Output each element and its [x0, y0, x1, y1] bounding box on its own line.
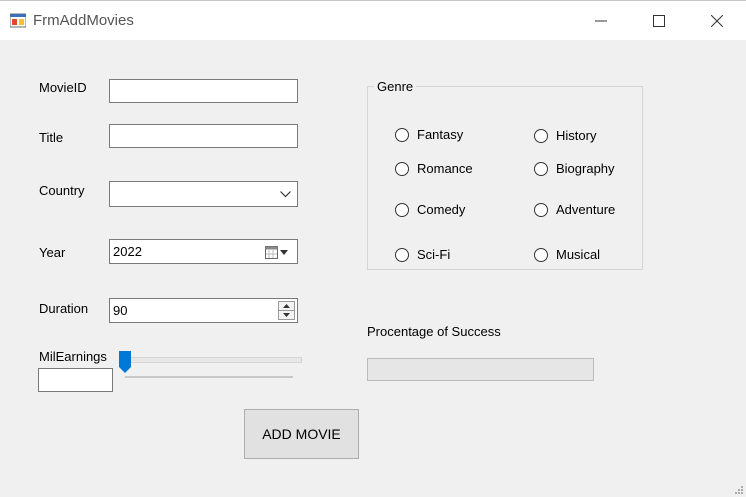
- add-movie-button[interactable]: ADD MOVIE: [244, 409, 359, 459]
- radio-label: Romance: [417, 161, 473, 176]
- radio-adventure[interactable]: Adventure: [534, 202, 615, 217]
- minimize-icon: [595, 20, 607, 22]
- radio-circle: [534, 202, 548, 217]
- radio-label: Musical: [556, 247, 601, 262]
- radio-circle: [395, 247, 409, 262]
- trackbar-thumb[interactable]: [118, 350, 132, 374]
- radio-sci-fi[interactable]: Sci-Fi: [395, 247, 450, 262]
- milearnings-label: MilEarnings: [39, 349, 107, 364]
- radio-musical[interactable]: Musical: [534, 247, 600, 262]
- radio-history[interactable]: History: [534, 128, 596, 143]
- minimize-button[interactable]: [578, 1, 624, 41]
- title-bar: FrmAddMovies: [0, 0, 746, 40]
- genre-group-title: Genre: [374, 79, 417, 94]
- radio-label: Biography: [556, 161, 615, 176]
- duration-value: 90: [113, 303, 128, 318]
- radio-label: Adventure: [556, 202, 616, 217]
- form-icon: [10, 13, 26, 28]
- calendar-icon[interactable]: [265, 246, 291, 259]
- window-title: FrmAddMovies: [33, 12, 134, 29]
- radio-circle: [395, 127, 409, 142]
- success-progressbar: [367, 358, 594, 381]
- radio-circle: [534, 161, 548, 176]
- trackbar-track: [122, 357, 302, 363]
- spinner-arrows-icon[interactable]: [278, 301, 295, 320]
- duration-numeric-updown[interactable]: 90: [109, 298, 298, 323]
- chevron-down-icon: [280, 191, 291, 198]
- radio-fantasy[interactable]: Fantasy: [395, 127, 463, 142]
- maximize-icon: [653, 15, 665, 27]
- movieid-input[interactable]: [109, 79, 298, 103]
- trackbar-tick-line: [125, 376, 293, 378]
- radio-circle: [395, 161, 409, 176]
- resize-grip-icon[interactable]: [734, 485, 744, 495]
- radio-circle: [534, 128, 548, 143]
- country-label: Country: [39, 183, 85, 198]
- milearnings-input[interactable]: [38, 368, 113, 392]
- radio-biography[interactable]: Biography: [534, 161, 615, 176]
- year-label: Year: [39, 245, 66, 260]
- success-label: Procentage of Success: [367, 324, 501, 339]
- radio-comedy[interactable]: Comedy: [395, 202, 465, 217]
- year-datepicker[interactable]: 2022: [109, 239, 298, 264]
- country-combobox[interactable]: [109, 181, 298, 207]
- year-value: 2022: [113, 244, 142, 259]
- title-input[interactable]: [109, 124, 298, 148]
- radio-label: Fantasy: [417, 127, 464, 142]
- title-label: Title: [39, 130, 64, 145]
- radio-label: Comedy: [417, 202, 466, 217]
- movieid-label: MovieID: [39, 80, 87, 95]
- radio-label: History: [556, 128, 597, 143]
- radio-circle: [395, 202, 409, 217]
- close-button[interactable]: [694, 1, 740, 41]
- close-icon: [711, 15, 723, 27]
- genre-groupbox: [367, 86, 643, 270]
- maximize-button[interactable]: [636, 1, 682, 41]
- radio-circle: [534, 247, 548, 262]
- radio-label: Sci-Fi: [417, 247, 451, 262]
- milearnings-trackbar[interactable]: [118, 348, 302, 380]
- radio-romance[interactable]: Romance: [395, 161, 473, 176]
- duration-label: Duration: [39, 301, 89, 316]
